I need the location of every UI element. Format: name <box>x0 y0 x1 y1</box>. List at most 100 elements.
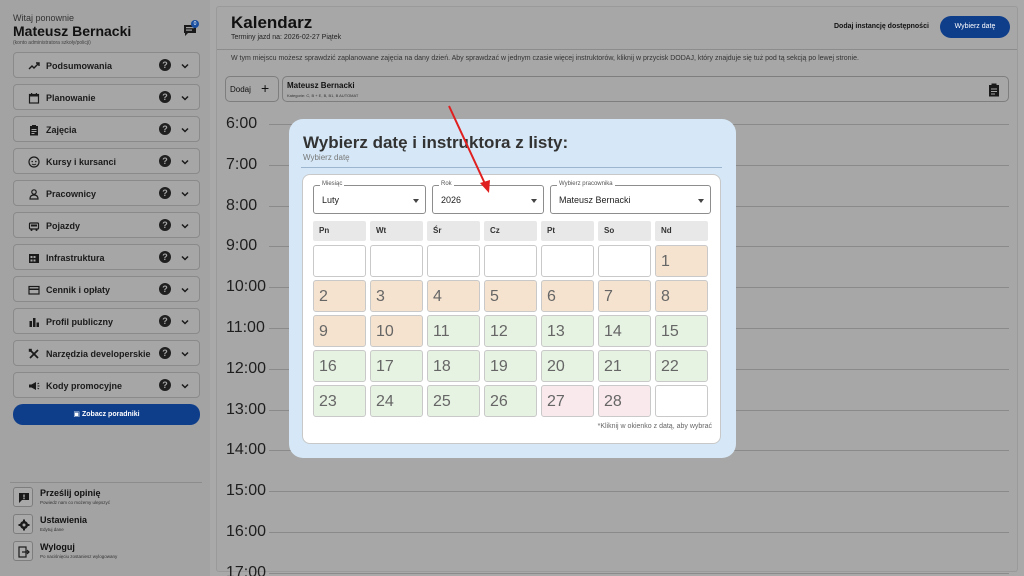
help-icon[interactable]: ? <box>159 91 171 103</box>
help-icon[interactable]: ? <box>159 251 171 263</box>
day-cell[interactable]: 17 <box>370 350 423 382</box>
employee-select[interactable]: Wybierz pracownika Mateusz Bernacki <box>550 181 711 214</box>
chevron-down-icon[interactable] <box>180 189 190 199</box>
weekday-header: Nd <box>655 221 708 241</box>
help-icon[interactable]: ? <box>159 219 171 231</box>
logout-button[interactable]: Wyloguj Po naciśnięciu zostaniesz wylogo… <box>13 539 203 561</box>
chevron-down-icon[interactable] <box>180 61 190 71</box>
chevron-down-icon[interactable] <box>180 125 190 135</box>
choose-date-button[interactable]: Wybierz datę <box>940 16 1010 38</box>
help-icon[interactable]: ? <box>159 379 171 391</box>
sidebar-item-narzedzia[interactable]: Narzędzia developerskie ? <box>13 340 200 366</box>
year-select[interactable]: Rok 2026 <box>432 181 544 214</box>
help-icon[interactable]: ? <box>159 283 171 295</box>
day-cell[interactable]: 12 <box>484 315 537 347</box>
page-title: Kalendarz <box>231 13 313 32</box>
instructor-column-header[interactable]: Mateusz Bernacki Kategorie: C, B + E, B,… <box>282 76 1009 102</box>
help-icon[interactable]: ? <box>159 347 171 359</box>
day-cell[interactable]: 8 <box>655 280 708 312</box>
tutorials-icon: ▣ <box>73 411 81 418</box>
sidebar-item-kursy[interactable]: Kursy i kursanci ? <box>13 148 200 174</box>
sidebar-item-label: Pojazdy <box>46 221 81 231</box>
instructor-categories: Kategorie: C, B + E, B, B1, B AUTOMAT <box>287 93 359 98</box>
add-availability-button[interactable]: Dodaj instancję dostępności <box>834 23 929 30</box>
help-icon[interactable]: ? <box>159 123 171 135</box>
day-cell[interactable]: 1 <box>655 245 708 277</box>
hour-label: 11:00 <box>226 319 265 336</box>
day-cell[interactable]: 11 <box>427 315 480 347</box>
day-cell[interactable]: 19 <box>484 350 537 382</box>
help-icon[interactable]: ? <box>159 59 171 71</box>
day-cell[interactable]: 26 <box>484 385 537 417</box>
hour-label: 7:00 <box>226 155 258 173</box>
sidebar-item-pracownicy[interactable]: Pracownicy ? <box>13 180 200 206</box>
sidebar-item-pojazdy[interactable]: Pojazdy ? <box>13 212 200 238</box>
date-picker-modal: Wybierz datę i instruktora z listy: Wybi… <box>289 119 736 458</box>
sidebar-item-label: Infrastruktura <box>46 253 105 263</box>
day-cell[interactable]: 25 <box>427 385 480 417</box>
sidebar-item-cennik[interactable]: Cennik i opłaty ? <box>13 276 200 302</box>
add-label: Dodaj <box>230 85 251 94</box>
day-cell[interactable]: 5 <box>484 280 537 312</box>
day-cell[interactable]: 18 <box>427 350 480 382</box>
chevron-down-icon[interactable] <box>180 285 190 295</box>
chevron-down-icon[interactable] <box>180 157 190 167</box>
month-select[interactable]: Miesiąc Luty <box>313 181 426 214</box>
day-cell-empty <box>427 245 480 277</box>
sidebar-item-infrastruktura[interactable]: Infrastruktura ? <box>13 244 200 270</box>
tutorials-button[interactable]: ▣ Zobacz poradniki <box>13 404 200 425</box>
hour-label: 12:00 <box>226 359 267 377</box>
month-value: Luty <box>322 195 340 205</box>
chevron-down-icon[interactable] <box>180 221 190 231</box>
day-cell[interactable]: 2 <box>313 280 366 312</box>
day-cell[interactable]: 6 <box>541 280 594 312</box>
sidebar-item-podsumowania[interactable]: Podsumowania ? <box>13 52 200 78</box>
footer-subtitle: Powiedz nam co możemy ulepszyć <box>40 500 111 505</box>
face-icon <box>28 156 40 168</box>
footer-title: Wyloguj <box>40 542 75 552</box>
sidebar-item-kody[interactable]: Kody promocyjne ? <box>13 372 200 398</box>
help-icon[interactable]: ? <box>159 187 171 199</box>
sidebar-item-planowanie[interactable]: Planowanie ? <box>13 84 200 110</box>
sidebar-item-profil[interactable]: Profil publiczny ? <box>13 308 200 334</box>
day-cell[interactable]: 24 <box>370 385 423 417</box>
help-icon[interactable]: ? <box>159 315 171 327</box>
weekday-header: Wt <box>370 221 423 241</box>
person-icon <box>29 189 39 200</box>
hour-line <box>269 532 1009 533</box>
chevron-down-icon[interactable] <box>180 381 190 391</box>
day-cell[interactable]: 13 <box>541 315 594 347</box>
chevron-down-icon[interactable] <box>180 93 190 103</box>
settings-button[interactable]: Ustawienia Edytuj dane <box>13 512 203 534</box>
user-role: (konto administratora szkoły/policji) <box>13 40 91 46</box>
day-cell[interactable]: 27 <box>541 385 594 417</box>
add-instructor-button[interactable]: Dodaj + <box>225 76 279 102</box>
sidebar-item-label: Zajęcia <box>46 125 77 135</box>
footer-title: Prześlij opinię <box>40 488 101 498</box>
day-cell[interactable]: 14 <box>598 315 651 347</box>
page-subtitle: Terminy jazd na: 2026-02-27 Piątek <box>231 34 342 41</box>
hour-label: 14:00 <box>226 441 267 459</box>
day-cell[interactable]: 4 <box>427 280 480 312</box>
chevron-down-icon[interactable] <box>180 349 190 359</box>
day-cell[interactable]: 3 <box>370 280 423 312</box>
caret-down-icon <box>698 199 704 203</box>
day-cell[interactable]: 16 <box>313 350 366 382</box>
help-icon[interactable]: ? <box>159 155 171 167</box>
sidebar-item-zajecia[interactable]: Zajęcia ? <box>13 116 200 142</box>
day-cell[interactable]: 7 <box>598 280 651 312</box>
day-cell[interactable]: 15 <box>655 315 708 347</box>
day-cell[interactable]: 28 <box>598 385 651 417</box>
hour-line <box>269 491 1009 493</box>
card-icon <box>28 285 40 295</box>
chevron-down-icon[interactable] <box>180 317 190 327</box>
clipboard-icon[interactable] <box>988 83 1000 97</box>
feedback-button[interactable]: Prześlij opinię Powiedz nam co możemy ul… <box>13 485 203 507</box>
day-cell[interactable]: 21 <box>598 350 651 382</box>
chevron-down-icon[interactable] <box>180 253 190 263</box>
day-cell[interactable]: 9 <box>313 315 366 347</box>
day-cell[interactable]: 20 <box>541 350 594 382</box>
day-cell[interactable]: 10 <box>370 315 423 347</box>
day-cell[interactable]: 23 <box>313 385 366 417</box>
day-cell[interactable]: 22 <box>655 350 708 382</box>
